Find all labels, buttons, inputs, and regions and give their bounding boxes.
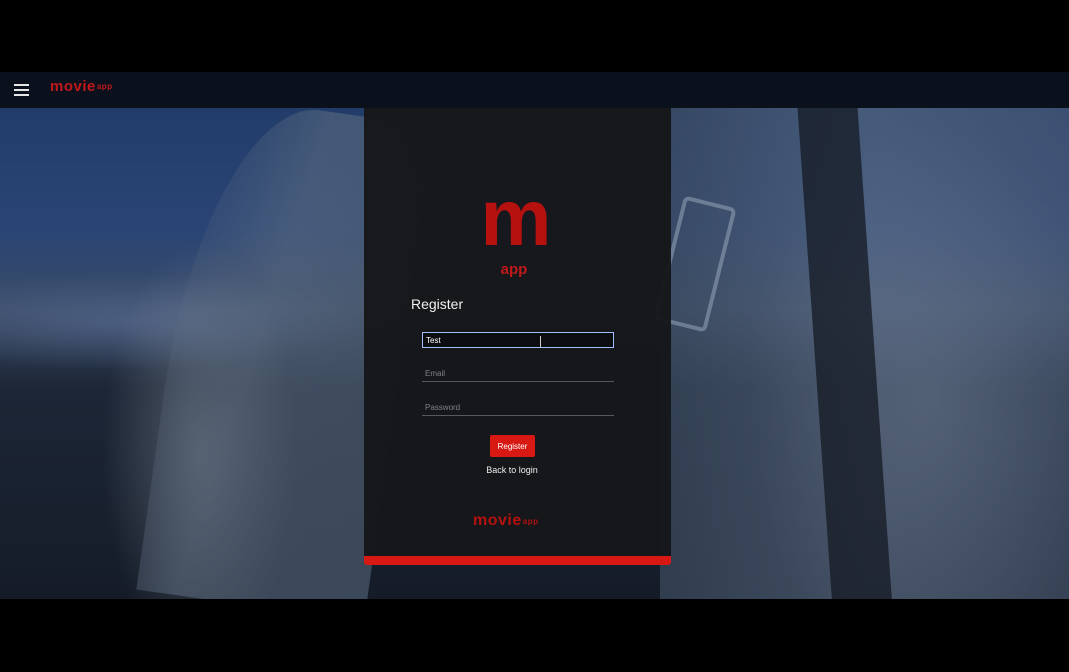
panel-accent-bar: [364, 556, 671, 565]
footer-brand-main: movie: [473, 512, 522, 529]
back-to-login-link[interactable]: Back to login: [470, 465, 554, 475]
top-navigation-bar: [0, 72, 1069, 108]
page-title: Register: [411, 296, 464, 312]
email-field[interactable]: [422, 366, 614, 382]
brand-suffix-text: app: [96, 82, 113, 91]
footer-brand-logo: movieapp: [473, 512, 538, 530]
name-field[interactable]: [422, 332, 614, 348]
brand-main-text: movie: [50, 78, 96, 95]
logo-letter: m: [480, 173, 551, 262]
footer-brand-suffix: app: [522, 517, 539, 526]
hamburger-menu-icon[interactable]: [14, 84, 29, 96]
app-brand-logo[interactable]: movieapp: [50, 78, 113, 95]
register-button[interactable]: Register: [490, 435, 535, 457]
password-field[interactable]: [422, 400, 614, 416]
logo-subtext: app: [500, 261, 528, 278]
text-cursor-icon: [540, 336, 545, 347]
